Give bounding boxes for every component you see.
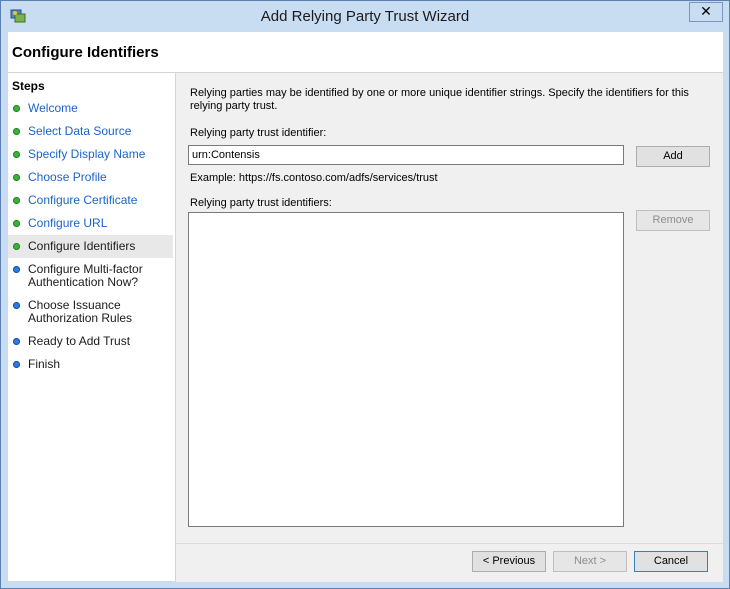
step-complete-icon <box>13 174 20 181</box>
step-finish: Finish <box>8 353 173 376</box>
step-ready-to-add-trust: Ready to Add Trust <box>8 330 173 353</box>
step-complete-icon <box>13 128 20 135</box>
close-icon: ✕ <box>700 3 712 19</box>
add-button[interactable]: Add <box>636 146 710 167</box>
identifier-input[interactable] <box>188 145 624 165</box>
step-complete-icon <box>13 151 20 158</box>
wizard-body: Steps Welcome Select Data Source Specify… <box>8 73 723 582</box>
step-welcome[interactable]: Welcome <box>8 97 173 120</box>
page-header: Configure Identifiers <box>8 32 723 73</box>
next-button[interactable]: Next > <box>553 551 627 572</box>
step-label: Specify Display Name <box>28 147 146 161</box>
step-configure-certificate[interactable]: Configure Certificate <box>8 189 173 212</box>
close-button[interactable]: ✕ <box>689 2 723 22</box>
step-choose-profile[interactable]: Choose Profile <box>8 166 173 189</box>
step-select-data-source[interactable]: Select Data Source <box>8 120 173 143</box>
step-complete-icon <box>13 197 20 204</box>
step-label: Welcome <box>28 101 78 115</box>
page-description: Relying parties may be identified by one… <box>190 87 689 112</box>
title-bar[interactable]: Add Relying Party Trust Wizard ✕ <box>1 1 729 31</box>
step-configure-multi-factor: Configure Multi-factor Authentication No… <box>8 258 173 294</box>
identifiers-list-label: Relying party trust identifiers: <box>190 197 332 209</box>
step-pending-icon <box>13 302 20 309</box>
step-label: Configure Multi-factor Authentication No… <box>28 262 143 289</box>
step-label: Configure Identifiers <box>28 239 136 253</box>
step-label: Configure URL <box>28 216 108 230</box>
window-title: Add Relying Party Trust Wizard <box>260 8 470 25</box>
step-configure-url[interactable]: Configure URL <box>8 212 173 235</box>
identifiers-listbox[interactable] <box>188 212 624 527</box>
identifier-example: Example: https://fs.contoso.com/adfs/ser… <box>190 172 438 184</box>
step-label: Configure Certificate <box>28 193 138 207</box>
step-label: Select Data Source <box>28 124 132 138</box>
wizard-footer: < Previous Next > Cancel <box>176 543 723 582</box>
step-configure-identifiers: Configure Identifiers <box>8 235 173 258</box>
step-choose-issuance-rules: Choose Issuance Authorization Rules <box>8 294 173 330</box>
steps-list: Welcome Select Data Source Specify Displ… <box>8 97 173 376</box>
step-pending-icon <box>13 266 20 273</box>
steps-heading: Steps <box>12 79 45 93</box>
step-label: Finish <box>28 357 61 371</box>
step-pending-icon <box>13 361 20 368</box>
step-pending-icon <box>13 338 20 345</box>
step-complete-icon <box>13 220 20 227</box>
step-complete-icon <box>13 105 20 112</box>
previous-button[interactable]: < Previous <box>472 551 546 572</box>
step-specify-display-name[interactable]: Specify Display Name <box>8 143 173 166</box>
identifier-label: Relying party trust identifier: <box>190 127 327 139</box>
steps-pane: Steps Welcome Select Data Source Specify… <box>8 73 176 581</box>
step-label: Choose Issuance Authorization Rules <box>28 298 133 325</box>
step-label: Choose Profile <box>28 170 107 184</box>
wizard-window: Add Relying Party Trust Wizard ✕ Configu… <box>0 0 730 589</box>
step-current-icon <box>13 243 20 250</box>
content-pane: Relying parties may be identified by one… <box>176 73 723 543</box>
cancel-button[interactable]: Cancel <box>634 551 708 572</box>
remove-button[interactable]: Remove <box>636 210 710 231</box>
step-label: Ready to Add Trust <box>28 334 131 348</box>
page-title: Configure Identifiers <box>12 44 159 61</box>
